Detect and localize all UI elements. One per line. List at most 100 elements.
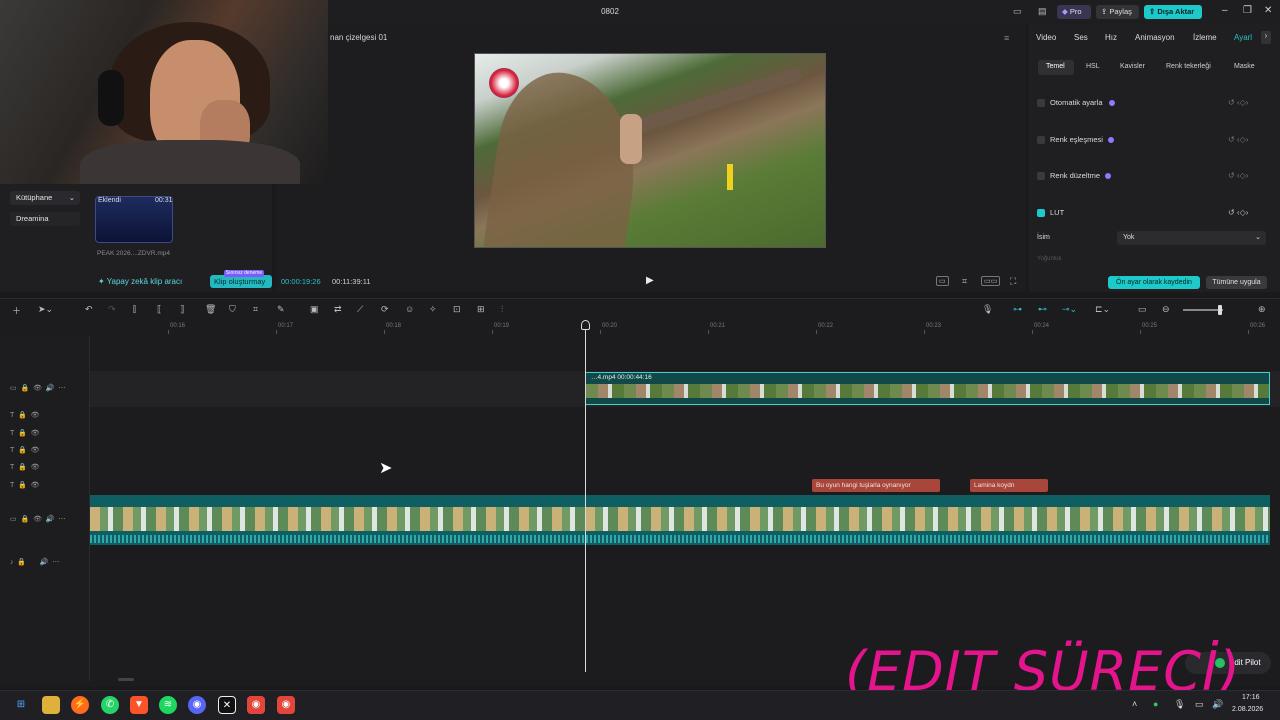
- tab-audio[interactable]: Ses: [1074, 33, 1088, 42]
- reset-icon[interactable]: ↺ ‹◇›: [1228, 98, 1248, 107]
- tab-animation[interactable]: Animasyon: [1135, 33, 1175, 42]
- flash-app-icon[interactable]: ⚡: [71, 696, 89, 714]
- capcut-icon[interactable]: ✕: [218, 696, 236, 714]
- track-controls-text[interactable]: T 🔒 👁: [10, 429, 40, 437]
- lut-checkbox[interactable]: [1037, 209, 1045, 217]
- person-icon[interactable]: ☺: [405, 304, 414, 314]
- magic-icon[interactable]: ✧: [429, 304, 437, 315]
- maximize-icon[interactable]: ❐: [1243, 5, 1252, 16]
- subtab-color-wheel[interactable]: Renk tekerleği: [1166, 63, 1211, 70]
- subtab-hsl[interactable]: HSL: [1086, 63, 1100, 70]
- color-match-checkbox[interactable]: [1037, 136, 1045, 144]
- video-preview[interactable]: [474, 53, 826, 248]
- auto-adjust-checkbox[interactable]: [1037, 99, 1045, 107]
- color-correction-checkbox[interactable]: [1037, 172, 1045, 180]
- zoom-slider-knob[interactable]: [1218, 305, 1222, 315]
- player-menu-icon[interactable]: ≡: [1004, 33, 1009, 43]
- brave-icon[interactable]: ▼: [130, 696, 148, 714]
- freeze-icon[interactable]: ▣: [310, 304, 319, 315]
- shield-icon[interactable]: ⛉: [229, 304, 236, 315]
- fullscreen-icon[interactable]: ⛶: [1008, 276, 1018, 287]
- select-tool-icon[interactable]: ➤⌄: [38, 304, 53, 315]
- tab-tracking[interactable]: İzleme: [1193, 33, 1217, 42]
- ruler-tick: [1140, 330, 1141, 334]
- audio-wave-icon[interactable]: ⫶: [501, 304, 503, 315]
- apply-all-button[interactable]: Tümüne uygula: [1206, 276, 1267, 289]
- undo-icon[interactable]: ↶: [85, 304, 93, 315]
- reset-icon[interactable]: ↺ ‹◇›: [1228, 208, 1248, 217]
- ratio-select-icon[interactable]: ▭▭: [981, 276, 1001, 286]
- sidebar-item-library[interactable]: Kütüphane ⌄: [10, 191, 80, 205]
- playhead-handle[interactable]: [581, 320, 590, 330]
- track-controls-text[interactable]: T 🔒 👁: [10, 446, 40, 454]
- recorder-icon[interactable]: ◉: [277, 696, 295, 714]
- add-icon[interactable]: ＋: [12, 304, 21, 317]
- text-clip[interactable]: Lamina koydn: [970, 479, 1048, 492]
- subtab-mask[interactable]: Maske: [1234, 63, 1255, 70]
- play-icon[interactable]: ▶: [646, 275, 654, 286]
- reverse-icon[interactable]: ⇄: [334, 304, 342, 315]
- horizontal-scrollbar[interactable]: [118, 678, 134, 681]
- split-icon[interactable]: ⫿: [133, 304, 136, 315]
- tab-speed[interactable]: Hız: [1105, 33, 1117, 42]
- display-icon[interactable]: ▭: [1195, 699, 1204, 710]
- zoom-out-icon[interactable]: ⊖: [1162, 304, 1170, 315]
- whatsapp-icon[interactable]: ✆: [101, 696, 119, 714]
- track-controls-video[interactable]: ▭ 🔒 👁 🔊 ⋯: [10, 384, 66, 392]
- share-button[interactable]: ⇪ Paylaş: [1096, 5, 1139, 19]
- chevron-right-icon[interactable]: ›: [1261, 31, 1271, 44]
- mic-icon[interactable]: 🎙: [982, 304, 993, 315]
- rotate-icon[interactable]: ⟳: [381, 304, 389, 315]
- track-controls-main[interactable]: ▭ 🔒 👁 🔊 ⋯: [10, 515, 66, 523]
- folder-icon[interactable]: [42, 696, 60, 714]
- layout-icon[interactable]: ▭: [1013, 6, 1022, 17]
- track-controls-text[interactable]: T 🔒 👁: [10, 463, 40, 471]
- zoom-slider[interactable]: [1183, 309, 1223, 311]
- tray-app-icon[interactable]: ●: [1153, 699, 1158, 709]
- reset-icon[interactable]: ↺ ‹◇›: [1228, 135, 1248, 144]
- snap-icon[interactable]: ⊸⌄: [1062, 304, 1077, 315]
- subtab-curves[interactable]: Kavisler: [1120, 63, 1145, 70]
- tab-adjust[interactable]: Ayarl: [1234, 33, 1252, 42]
- split-right-icon[interactable]: ⟧: [180, 304, 184, 315]
- zoom-in-icon[interactable]: ⊕: [1258, 304, 1266, 315]
- minimize-icon[interactable]: –: [1222, 5, 1228, 16]
- tab-video[interactable]: Video: [1036, 33, 1056, 42]
- close-icon[interactable]: ✕: [1264, 5, 1272, 16]
- split-left-icon[interactable]: ⟦: [157, 304, 161, 315]
- sidebar-item-dreamina[interactable]: Dreamina: [10, 212, 80, 226]
- track-controls-audio[interactable]: ♪ 🔒 🔊 ⋯: [10, 558, 59, 566]
- magnet-icon[interactable]: ⊷: [1038, 304, 1047, 315]
- redo-icon[interactable]: ↷: [108, 304, 116, 315]
- reset-icon[interactable]: ↺ ‹◇›: [1228, 171, 1248, 180]
- export-button[interactable]: ⇧ Dışa Aktar: [1144, 5, 1202, 19]
- track-controls-text[interactable]: T 🔒 👁: [10, 411, 40, 419]
- text-clip[interactable]: Bu oyun hangi tuşlarla oynanıyor: [812, 479, 940, 492]
- tray-chevron-icon[interactable]: ˄: [1132, 699, 1137, 709]
- discord-icon[interactable]: ◉: [188, 696, 206, 714]
- ai-clip-tool-link[interactable]: ✦ Yapay zekâ klip aracı: [98, 277, 182, 286]
- volume-icon[interactable]: 🔊: [1212, 699, 1223, 710]
- playhead[interactable]: [585, 322, 586, 672]
- save-preset-button[interactable]: Ön ayar olarak kaydedin: [1108, 276, 1200, 289]
- preview-axis-icon[interactable]: ⊏⌄: [1095, 304, 1110, 315]
- crop-icon[interactable]: ⌗: [253, 304, 258, 315]
- caption-icon[interactable]: ⊡: [453, 304, 461, 315]
- track-controls-text[interactable]: T 🔒 👁: [10, 481, 40, 489]
- mic-icon[interactable]: 🎙: [1174, 699, 1185, 710]
- subtab-basic[interactable]: Temel: [1046, 63, 1065, 70]
- ratio-icon[interactable]: ▭: [936, 276, 949, 286]
- export-frame-icon[interactable]: ⊞: [477, 304, 485, 315]
- windows-start-icon[interactable]: ⊞: [12, 696, 30, 714]
- fit-icon[interactable]: ▭: [1138, 304, 1147, 315]
- delete-icon[interactable]: 🗑: [205, 304, 216, 315]
- crop-icon[interactable]: ⌗: [960, 276, 969, 287]
- mirror-icon[interactable]: ⟋: [357, 304, 363, 315]
- link-icon[interactable]: ⊶: [1013, 304, 1022, 315]
- menu-icon[interactable]: ▤: [1038, 6, 1047, 17]
- brush-icon[interactable]: ✎: [277, 304, 285, 315]
- pro-button[interactable]: ◆ Pro: [1057, 5, 1091, 19]
- lut-name-select[interactable]: Yok ⌄: [1117, 231, 1266, 245]
- spotify-icon[interactable]: ≋: [159, 696, 177, 714]
- recorder-icon[interactable]: ◉: [247, 696, 265, 714]
